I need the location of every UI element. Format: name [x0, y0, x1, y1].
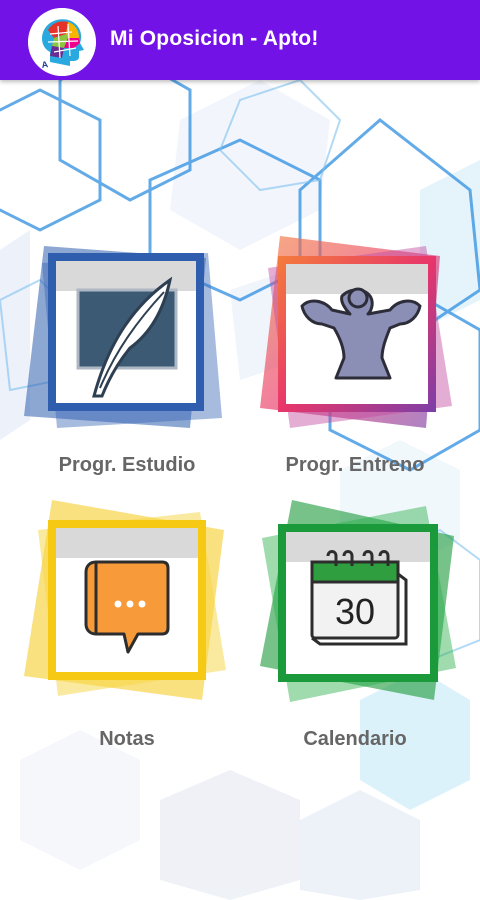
tile-label: Calendario [303, 728, 407, 750]
calendar-icon: 30 [310, 550, 408, 646]
hexagon-background [0, 80, 480, 900]
app-title: Mi Oposicion - Apto! [110, 27, 319, 50]
tile-label: Notas [99, 728, 155, 750]
tile-label: Progr. Estudio [58, 454, 196, 476]
tile-notas[interactable]: Notas [12, 500, 242, 750]
tile-calendario[interactable]: 30 Calendario [240, 500, 470, 750]
app-bar: A Mi Oposicion - Apto! [0, 0, 480, 80]
tile-label: Progr. Entreno [285, 454, 425, 476]
calendar-day: 30 [335, 591, 375, 632]
app-logo-icon[interactable]: A [28, 8, 96, 76]
tile-progr-entreno[interactable]: Progr. Entreno [240, 228, 470, 476]
tile-progr-estudio[interactable]: Progr. Estudio [12, 228, 242, 476]
